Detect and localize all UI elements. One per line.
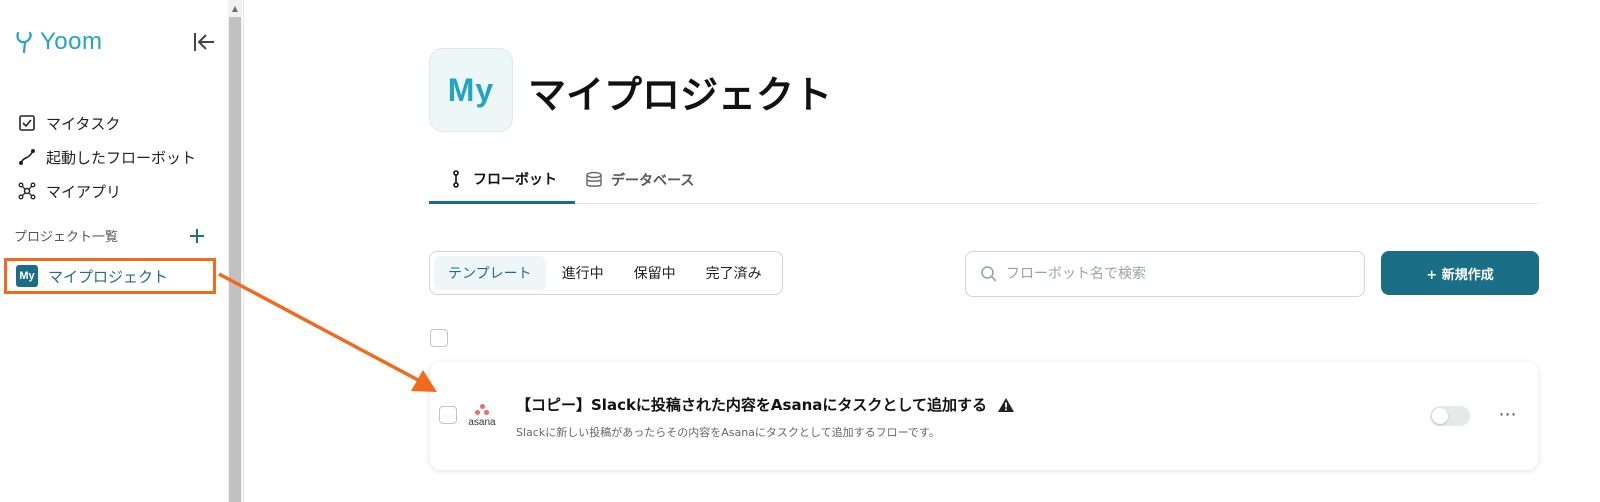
brand-name: Yoom [40, 28, 103, 55]
tab-label: データベース [611, 172, 695, 189]
tab-flowbot[interactable]: フローボット [429, 156, 575, 204]
asana-logo-icon: asana [464, 404, 500, 430]
flowbot-title[interactable]: 【コピー】Slackに投稿された内容をAsanaにタスクとして追加する [516, 394, 1015, 415]
apps-icon [18, 182, 36, 200]
search-box [965, 251, 1365, 297]
tab-bar: フローボット データベース [429, 156, 1539, 204]
checkbox-icon [19, 115, 35, 131]
flow-icon [19, 149, 35, 165]
sidebar-scrollbar[interactable]: ▲ [228, 0, 242, 502]
filter-template[interactable]: テンプレート [434, 256, 546, 290]
asana-dot [475, 410, 480, 415]
project-list-header: プロジェクト一覧 [14, 226, 206, 245]
project-badge: My [16, 265, 38, 287]
search-icon [981, 266, 997, 282]
search-input[interactable] [1006, 266, 1346, 282]
asana-dot [479, 404, 485, 409]
status-filter-group: テンプレート 進行中 保留中 完了済み [429, 251, 783, 295]
sidebar-item-label: マイタスク [46, 114, 121, 133]
warning-icon [997, 397, 1014, 412]
flowbot-checkbox[interactable] [439, 406, 457, 424]
sidebar-item-label: マイアプリ [46, 182, 122, 201]
sidebar-nav: マイタスク 起動したフローボット マイアプリ [18, 106, 218, 208]
select-all-checkbox[interactable] [430, 329, 448, 347]
sidebar-item-my-apps[interactable]: マイアプリ [18, 174, 218, 208]
more-options-icon[interactable]: ⋯ [1496, 402, 1520, 426]
database-icon [586, 171, 602, 187]
asana-dot [484, 410, 489, 415]
filter-in-progress[interactable]: 進行中 [548, 256, 618, 290]
asana-dots [475, 404, 489, 416]
brand-logo[interactable]: Yoom [14, 28, 103, 56]
tab-label: フローボット [473, 171, 557, 188]
project-list-label: プロジェクト一覧 [14, 230, 119, 245]
flowbot-enable-toggle[interactable] [1430, 406, 1470, 426]
app-name: asana [468, 417, 496, 428]
filter-completed[interactable]: 完了済み [692, 256, 776, 290]
scroll-up-icon[interactable]: ▲ [228, 0, 242, 16]
yoom-logo-icon [16, 31, 32, 54]
sidebar-item-my-project[interactable]: My マイプロジェクト [4, 258, 216, 294]
project-avatar: My [429, 48, 513, 132]
tab-database[interactable]: データベース [585, 156, 694, 203]
filter-on-hold[interactable]: 保留中 [620, 256, 690, 290]
page-title: マイプロジェクト [528, 73, 833, 117]
sidebar: Yoom マイタスク 起動したフローボット マイアプリ プロジェクト一覧 My … [0, 0, 228, 502]
collapse-sidebar-icon[interactable] [192, 30, 216, 54]
project-label: マイプロジェクト [48, 267, 169, 286]
flowbot-title-text: 【コピー】Slackに投稿された内容をAsanaにタスクとして追加する [516, 396, 987, 414]
sidebar-item-launched-flowbots[interactable]: 起動したフローボット [18, 140, 218, 174]
flowbot-description: Slackに新しい投稿があったらその内容をAsanaにタスクとして追加するフロー… [516, 426, 940, 439]
flowbot-icon [453, 169, 459, 188]
sidebar-item-label: 起動したフローボット [46, 148, 197, 167]
add-project-icon[interactable] [188, 227, 206, 245]
new-flowbot-button[interactable]: + 新規作成 [1381, 251, 1539, 295]
sidebar-item-my-tasks[interactable]: マイタスク [18, 106, 218, 140]
flowbot-card[interactable]: asana 【コピー】Slackに投稿された内容をAsanaにタスクとして追加す… [430, 362, 1538, 470]
app-root: Yoom マイタスク 起動したフローボット マイアプリ プロジェクト一覧 My … [0, 0, 1600, 502]
scroll-thumb[interactable] [229, 17, 241, 502]
main-content: My マイプロジェクト フローボット データベース テンプレート 進行中 保留中… [244, 0, 1600, 502]
